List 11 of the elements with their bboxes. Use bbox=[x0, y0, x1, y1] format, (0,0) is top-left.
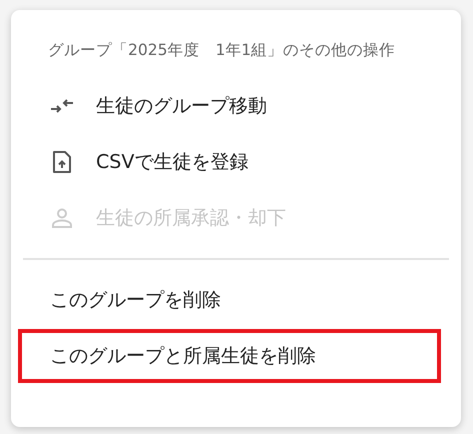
file-upload-icon bbox=[53, 151, 71, 173]
menu-item-label: 生徒のグループ移動 bbox=[96, 94, 267, 119]
menu-item[interactable]: このグループと所属生徒を削除 bbox=[18, 329, 441, 383]
menu-item[interactable]: CSVで生徒を登録 bbox=[18, 135, 441, 189]
menu-item-label: 生徒の所属承認・却下 bbox=[96, 206, 286, 231]
menu-item-label: CSVで生徒を登録 bbox=[96, 150, 248, 175]
menu-title: グループ「2025年度 1年1組」のその他の操作 bbox=[48, 40, 396, 61]
menu-item[interactable]: このグループを削除 bbox=[18, 273, 441, 327]
person-icon bbox=[52, 208, 72, 228]
menu-item[interactable]: 生徒のグループ移動 bbox=[18, 79, 441, 133]
swap-arrows-icon bbox=[51, 99, 73, 113]
